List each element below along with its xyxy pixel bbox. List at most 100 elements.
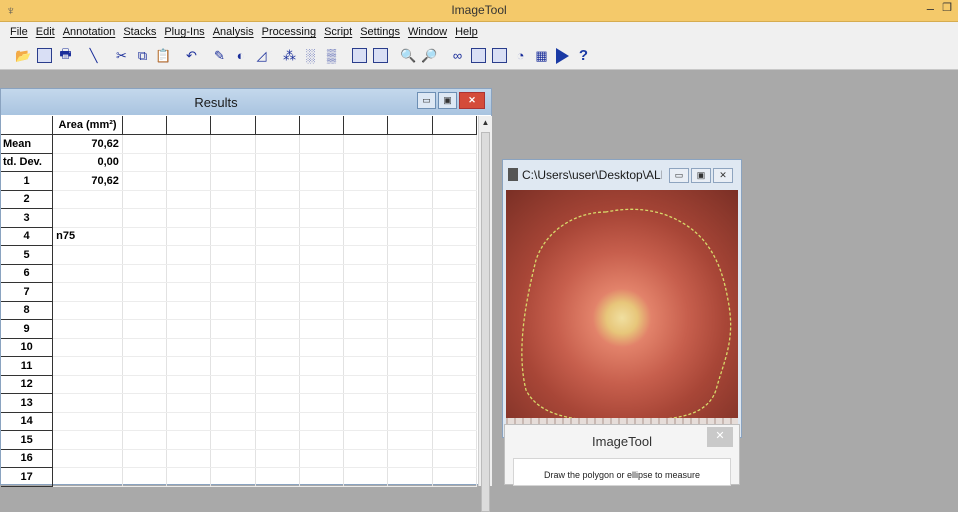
table-cell[interactable] xyxy=(432,208,478,228)
table-cell[interactable] xyxy=(122,190,168,209)
table-cell[interactable] xyxy=(210,356,256,376)
table-cell[interactable] xyxy=(432,467,478,487)
table-cell[interactable] xyxy=(432,430,478,450)
row-header[interactable]: 6 xyxy=(1,264,54,283)
row-header[interactable]: 10 xyxy=(1,338,54,357)
angle-icon[interactable]: ◿ xyxy=(252,46,271,65)
table-row[interactable]: 12 xyxy=(1,375,478,394)
image-title-bar[interactable]: C:\Users\user\Desktop\ALE... ▭ ▣ ✕ xyxy=(503,160,741,190)
table-cell[interactable] xyxy=(387,208,433,228)
scroll-thumb[interactable] xyxy=(481,132,490,512)
table-cell[interactable] xyxy=(432,264,478,283)
table-row[interactable]: 13 xyxy=(1,393,478,413)
table-cell[interactable] xyxy=(387,449,433,468)
table-cell[interactable] xyxy=(299,375,345,394)
table-cell[interactable] xyxy=(432,319,478,339)
row-header[interactable]: 3 xyxy=(1,208,54,228)
table-cell[interactable] xyxy=(210,319,256,339)
menu-annotation[interactable]: Annotation xyxy=(63,26,116,38)
table-cell[interactable] xyxy=(343,356,389,376)
table-cell[interactable] xyxy=(122,171,168,191)
table-cell[interactable] xyxy=(255,338,300,357)
area-cell[interactable] xyxy=(52,393,123,413)
table-cell[interactable] xyxy=(299,467,345,487)
table-cell[interactable] xyxy=(255,153,300,172)
results-scrollbar[interactable]: ▲ xyxy=(478,116,492,512)
table-cell[interactable] xyxy=(432,356,478,376)
table-cell[interactable] xyxy=(210,245,256,265)
table-cell[interactable] xyxy=(122,208,168,228)
table-cell[interactable] xyxy=(343,301,389,320)
table-cell[interactable] xyxy=(343,134,389,154)
table-cell[interactable] xyxy=(387,338,433,357)
table-cell[interactable] xyxy=(299,227,345,246)
table-row[interactable]: Mean 70,62 xyxy=(1,134,478,154)
image-icon[interactable] xyxy=(350,46,369,65)
table-cell[interactable] xyxy=(166,319,212,339)
table-cell[interactable] xyxy=(432,301,478,320)
area-cell[interactable] xyxy=(52,264,123,283)
area-cell[interactable]: n75 xyxy=(52,227,123,246)
pencil-icon[interactable]: ✎ xyxy=(210,46,229,65)
results-maximize-button[interactable]: ▣ xyxy=(438,92,457,109)
table-cell[interactable] xyxy=(210,227,256,246)
table-cell[interactable] xyxy=(432,338,478,357)
table-cell[interactable] xyxy=(166,190,212,209)
table-cell[interactable] xyxy=(343,245,389,265)
results-close-button[interactable]: ✕ xyxy=(459,92,485,109)
table-cell[interactable] xyxy=(299,338,345,357)
table-cell[interactable] xyxy=(255,227,300,246)
table-cell[interactable] xyxy=(166,467,212,487)
save-icon[interactable] xyxy=(35,46,54,65)
image-minimize-button[interactable]: ▭ xyxy=(669,168,689,183)
table-cell[interactable] xyxy=(166,208,212,228)
table-row[interactable]: 4 n75 xyxy=(1,227,478,246)
table-cell[interactable] xyxy=(343,375,389,394)
table-cell[interactable] xyxy=(343,412,389,431)
image-maximize-button[interactable]: ▣ xyxy=(691,168,711,183)
table-cell[interactable] xyxy=(166,338,212,357)
area-cell[interactable] xyxy=(52,430,123,450)
table-cell[interactable] xyxy=(432,393,478,413)
table-cell[interactable] xyxy=(122,356,168,376)
column-header[interactable] xyxy=(432,116,478,135)
row-header[interactable]: 8 xyxy=(1,301,54,320)
table-row[interactable]: 7 xyxy=(1,282,478,302)
row-header[interactable]: 13 xyxy=(1,393,54,413)
table-cell[interactable] xyxy=(387,356,433,376)
area-cell[interactable] xyxy=(52,338,123,357)
table-cell[interactable] xyxy=(210,171,256,191)
image-close-button[interactable]: ✕ xyxy=(713,168,733,183)
row-header[interactable]: 1 xyxy=(1,171,54,191)
menu-edit[interactable]: Edit xyxy=(36,26,55,38)
column-header[interactable] xyxy=(299,116,345,135)
table-cell[interactable] xyxy=(299,282,345,302)
table-cell[interactable] xyxy=(255,412,300,431)
table-cell[interactable] xyxy=(387,153,433,172)
table-cell[interactable] xyxy=(255,245,300,265)
pie-icon[interactable]: ◔ xyxy=(511,46,530,65)
minimize-button[interactable]: – xyxy=(927,1,934,16)
table-cell[interactable] xyxy=(122,282,168,302)
table-cell[interactable] xyxy=(122,430,168,450)
table-cell[interactable] xyxy=(343,338,389,357)
table-cell[interactable] xyxy=(432,227,478,246)
cut-icon[interactable]: ✂ xyxy=(112,46,131,65)
table-cell[interactable] xyxy=(299,208,345,228)
table-cell[interactable] xyxy=(299,319,345,339)
table-cell[interactable] xyxy=(299,264,345,283)
table-cell[interactable] xyxy=(122,134,168,154)
print-icon[interactable]: 🖶 xyxy=(56,46,75,65)
table-cell[interactable] xyxy=(299,412,345,431)
table-cell[interactable] xyxy=(432,412,478,431)
spray-icon[interactable]: ⁂ xyxy=(280,46,299,65)
table-cell[interactable] xyxy=(343,467,389,487)
table-cell[interactable] xyxy=(255,375,300,394)
table-row[interactable]: 10 xyxy=(1,338,478,357)
table-cell[interactable] xyxy=(432,375,478,394)
table-cell[interactable] xyxy=(299,153,345,172)
menu-script[interactable]: Script xyxy=(324,26,352,38)
table-row[interactable]: 11 xyxy=(1,356,478,376)
table-row[interactable]: 3 xyxy=(1,208,478,228)
table-cell[interactable] xyxy=(432,190,478,209)
